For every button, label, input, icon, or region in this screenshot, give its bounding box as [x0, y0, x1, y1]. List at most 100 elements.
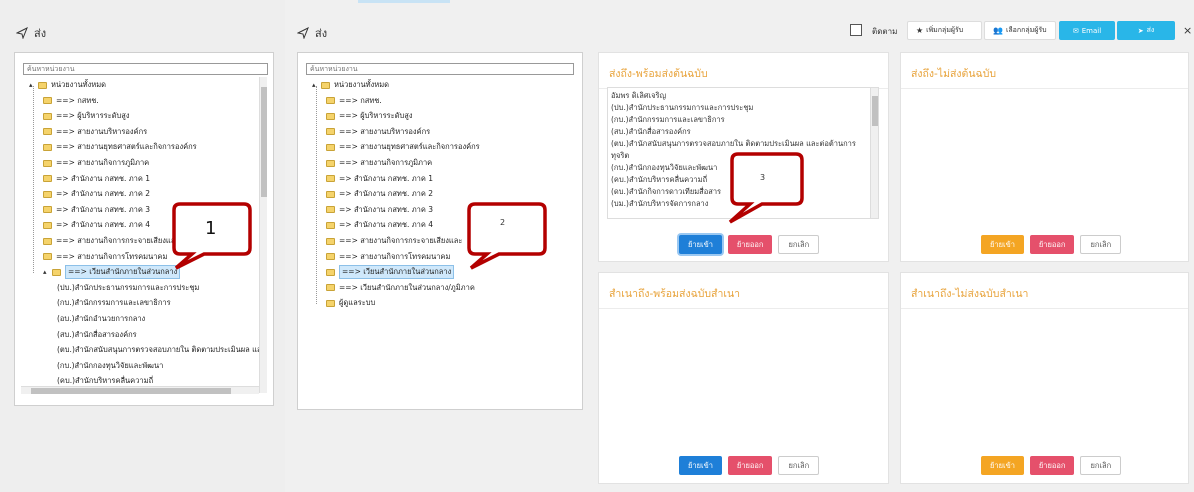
tree-node[interactable]: ==> กสทช.: [43, 94, 99, 108]
tree-node-label: ==> สายงานกิจการภูมิภาค: [339, 158, 433, 167]
left-tree-vscrollbar[interactable]: [259, 77, 267, 393]
tree-node-label: => สำนักงาน กสทช. ภาค 4: [56, 220, 151, 230]
tree-node[interactable]: ==> สายงานบริหารองค์กร: [326, 125, 430, 139]
folder-icon: [326, 159, 335, 167]
main-search-input[interactable]: [306, 63, 574, 75]
tree-node[interactable]: => สำนักงาน กสทช. ภาค 3: [326, 203, 433, 217]
close-icon[interactable]: ×: [1183, 24, 1192, 37]
move-out-button[interactable]: ย้ายออก: [1029, 235, 1075, 254]
tree-node[interactable]: ==> เวียนสำนักภายในส่วนกลาง/ภูมิภาค: [326, 281, 475, 295]
email-button[interactable]: ✉ Email: [1059, 21, 1115, 40]
tree-node-label: ==> กสทช.: [339, 95, 382, 105]
tree-node[interactable]: (กบ.)สำนักกรรมการและเลขาธิการ: [57, 296, 171, 310]
tree-node-label: ==> เวียนสำนักภายในส่วนกลาง: [65, 265, 181, 280]
tree-node-label: ==> สายงานกิจการโทรคมนาคม: [339, 251, 451, 261]
tree-node[interactable]: ผู้ดูแลระบบ: [326, 296, 375, 310]
move-in-button[interactable]: ย้ายเข้า: [679, 235, 722, 254]
folder-icon: [43, 128, 52, 136]
tree-node-label: => สำนักงาน กสทช. ภาค 1: [339, 173, 434, 183]
tree-root[interactable]: ▴ หน่วยงานทั้งหมด: [29, 78, 106, 92]
tree-node-label: => สำนักงาน กสทช. ภาค 3: [56, 204, 151, 214]
left-panel-title: ส่ง: [34, 27, 47, 40]
callout-1: [172, 202, 252, 270]
cancel-button[interactable]: ยกเลิก: [1080, 235, 1122, 254]
move-in-button[interactable]: ย้ายเข้า: [981, 456, 1024, 475]
tree-node[interactable]: (ตบ.)สำนักสนับสนุนการตรวจสอบภายใน ติดตาม…: [57, 343, 259, 357]
tree-node[interactable]: ==> ผู้บริหารระดับสูง: [43, 109, 130, 123]
tree-node[interactable]: ==> สายงานบริหารองค์กร: [43, 125, 147, 139]
tree-node-label: ==> สายงานยุทธศาสตร์และกิจการองค์กร: [339, 142, 480, 152]
move-out-button[interactable]: ย้ายออก: [1029, 456, 1075, 475]
tree-node[interactable]: ==> สายงานยุทธศาสตร์และกิจการองค์กร: [43, 140, 197, 154]
tree-node[interactable]: ==> สายงานกิจการกระจายเสียงและ: [326, 234, 462, 248]
tree-node[interactable]: ==> สายงานกิจการโทรคมนาคม: [326, 250, 450, 264]
select-group-button[interactable]: 👥 เลือกกลุ่มผู้รับ: [984, 21, 1056, 40]
folder-icon: [326, 253, 335, 261]
callout-2-number: 2: [500, 218, 506, 227]
tree-node-label: => สำนักงาน กสทช. ภาค 3: [339, 204, 434, 214]
tree-node-label: (กบ.)สำนักกรรมการและเลขาธิการ: [57, 298, 171, 308]
tree-node[interactable]: => สำนักงาน กสทช. ภาค 1: [43, 172, 150, 186]
tree-node[interactable]: => สำนักงาน กสทช. ภาค 4: [43, 218, 150, 232]
folder-icon: [326, 97, 335, 105]
left-tree-hscrollbar[interactable]: [21, 386, 259, 394]
card-1-vscrollbar[interactable]: [870, 88, 878, 218]
move-in-button[interactable]: ย้ายเข้า: [981, 235, 1024, 254]
tree-node-label: ==> สายงานยุทธศาสตร์และกิจการองค์กร: [56, 142, 197, 152]
folder-icon: [52, 268, 61, 276]
list-item[interactable]: (กบ.)สำนักกรรมการและเลขาธิการ: [611, 114, 869, 126]
folder-icon: [43, 112, 52, 120]
cancel-button[interactable]: ยกเลิก: [778, 456, 820, 475]
cancel-button[interactable]: ยกเลิก: [1080, 456, 1122, 475]
card-2-buttons: ย้ายเข้า ย้ายออก ยกเลิก: [981, 235, 1122, 254]
list-item[interactable]: (สบ.)สำนักสื่อสารองค์กร: [611, 126, 869, 138]
send-button[interactable]: ➤ ส่ง: [1117, 21, 1175, 40]
callout-3: [728, 152, 804, 224]
folder-icon: [43, 97, 52, 105]
add-group-label: เพิ่มกลุ่มผู้รับ: [926, 26, 964, 34]
tree-node[interactable]: (ปบ.)สำนักประธานกรรมการและการประชุม: [57, 281, 199, 295]
tree-node-label: ==> สายงานบริหารองค์กร: [56, 126, 148, 136]
move-out-button[interactable]: ย้ายออก: [727, 456, 773, 475]
envelope-icon: ✉: [1072, 26, 1079, 35]
folder-icon: [326, 237, 335, 245]
tree-node-label: ==> สายงานบริหารองค์กร: [339, 126, 431, 136]
tree-node[interactable]: (กบ.)สำนักกองทุนวิจัยและพัฒนา: [57, 359, 163, 373]
main-header: ส่ง: [297, 24, 327, 42]
tree-node-label: ==> กสทช.: [56, 95, 99, 105]
tree-node[interactable]: ▴ ==> เวียนสำนักภายในส่วนกลาง: [43, 265, 181, 280]
tree-node[interactable]: ==> สายงานกิจการกระจายเสียงและ: [43, 234, 179, 248]
email-label: Email: [1081, 26, 1102, 35]
left-search-input[interactable]: [23, 63, 268, 75]
star-icon: ★: [916, 26, 924, 35]
move-out-button[interactable]: ย้ายออก: [727, 235, 773, 254]
add-group-button[interactable]: ★ เพิ่มกลุ่มผู้รับ: [907, 21, 982, 40]
tree-node[interactable]: ==> สายงานกิจการภูมิภาค: [43, 156, 149, 170]
cancel-button[interactable]: ยกเลิก: [778, 235, 820, 254]
folder-icon: [326, 190, 335, 198]
folder-icon: [43, 175, 52, 183]
left-panel: ส่ง ▴หน่วยงานทั้งหมด ==> กสทช. ==> ผู้บริห…: [0, 0, 285, 492]
list-item[interactable]: อัมพร ดิเลิศเจริญ: [611, 90, 869, 102]
tree-node[interactable]: (อบ.)สำนักอำนวยการกลาง: [57, 312, 145, 326]
users-icon: 👥: [993, 26, 1003, 35]
tree-node[interactable]: => สำนักงาน กสทช. ภาค 2: [43, 187, 150, 201]
tree-node[interactable]: ==> สายงานกิจการโทรคมนาคม: [43, 250, 167, 264]
follow-checkbox[interactable]: [850, 24, 862, 36]
tree-node[interactable]: ==> กสทช.: [326, 94, 382, 108]
tree-node[interactable]: ==> ผู้บริหารระดับสูง: [326, 109, 413, 123]
tree-node[interactable]: (สบ.)สำนักสื่อสารองค์กร: [57, 328, 137, 342]
tree-node[interactable]: ==> สายงานกิจการภูมิภาค: [326, 156, 432, 170]
folder-icon: [43, 206, 52, 214]
move-in-button[interactable]: ย้ายเข้า: [679, 456, 722, 475]
tree-root[interactable]: ▴ หน่วยงานทั้งหมด: [312, 78, 389, 92]
tree-node[interactable]: ==> เวียนสำนักภายในส่วนกลาง: [326, 265, 455, 280]
tree-node[interactable]: => สำนักงาน กสทช. ภาค 1: [326, 172, 433, 186]
list-item[interactable]: (ตบ.)สำนักสนับสนุนการตรวจสอบภายใน ติดตาม…: [611, 138, 869, 150]
tree-node[interactable]: => สำนักงาน กสทช. ภาค 3: [43, 203, 150, 217]
tree-node[interactable]: => สำนักงาน กสทช. ภาค 4: [326, 218, 433, 232]
list-item[interactable]: (ปบ.)สำนักประธานกรรมการและการประชุม: [611, 102, 869, 114]
tree-node[interactable]: ==> สายงานยุทธศาสตร์และกิจการองค์กร: [326, 140, 480, 154]
tree-node[interactable]: => สำนักงาน กสทช. ภาค 2: [326, 187, 433, 201]
expand-toggle-icon[interactable]: ▴: [43, 268, 50, 276]
